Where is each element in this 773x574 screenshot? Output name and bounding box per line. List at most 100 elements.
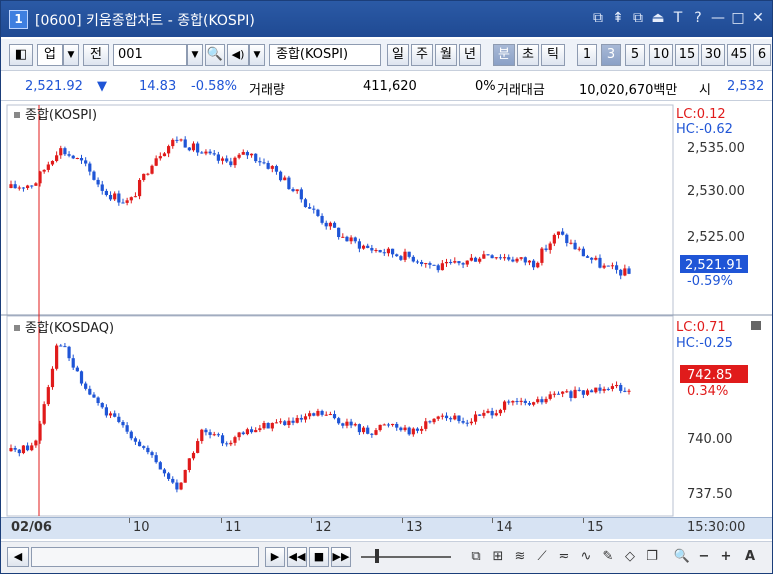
- kospi-candle-body: [482, 254, 486, 259]
- restore-copy-icon[interactable]: ⧉: [630, 9, 646, 27]
- kospi-candle-body: [9, 184, 13, 188]
- speaker-dropdown-icon[interactable]: ▼: [249, 44, 265, 66]
- prev-button[interactable]: 전: [83, 44, 109, 66]
- kospi-candle-body: [79, 157, 84, 161]
- kospi-candle-body: [167, 146, 171, 154]
- interval-5-button[interactable]: 5: [625, 44, 645, 66]
- kospi-candle-body: [453, 261, 457, 263]
- window-copy-icon[interactable]: ❐: [643, 548, 661, 566]
- zoom-slider[interactable]: [361, 547, 451, 567]
- link-window-icon[interactable]: ⧉: [590, 9, 606, 27]
- period-month-button[interactable]: 월: [435, 44, 457, 66]
- interval-3-button[interactable]: 3: [601, 44, 621, 66]
- kospi-candle-body: [129, 197, 133, 201]
- interval-45-button[interactable]: 45: [727, 44, 751, 66]
- kospi-candle-body: [171, 139, 175, 147]
- interval-1-button[interactable]: 1: [577, 44, 597, 66]
- draw-icon[interactable]: ✎: [599, 548, 617, 566]
- kosdaq-candle-body: [204, 429, 208, 433]
- chart-canvas[interactable]: 종합(KOSPI) 종합(KOSDAQ) LC:0.12 HC:-0.62 2,…: [1, 103, 772, 517]
- category-select[interactable]: 업: [37, 44, 63, 66]
- interval-60-button[interactable]: 6: [753, 44, 771, 66]
- interval-15-button[interactable]: 15: [675, 44, 699, 66]
- kospi-candle-body: [544, 248, 548, 250]
- chart-area[interactable]: 종합(KOSPI) 종합(KOSDAQ) LC:0.12 HC:-0.62 2,…: [1, 103, 772, 517]
- minimize-icon[interactable]: —: [710, 9, 726, 27]
- kospi-candle-body: [502, 257, 507, 259]
- kosdaq-candle-body: [581, 390, 585, 395]
- kospi-candle-body: [212, 153, 216, 155]
- kosdaq-candle-body: [175, 482, 179, 490]
- interval-10-button[interactable]: 10: [649, 44, 673, 66]
- speaker-icon[interactable]: ◀): [227, 44, 249, 66]
- kosdaq-candle-body: [565, 391, 569, 393]
- period-second-button[interactable]: 초: [517, 44, 539, 66]
- window-number-badge[interactable]: 1: [9, 10, 28, 29]
- kosdaq-candle-body: [353, 424, 357, 426]
- kosdaq-candle-body: [532, 402, 536, 405]
- kosdaq-candle-body: [502, 401, 507, 410]
- period-year-button[interactable]: 년: [459, 44, 481, 66]
- pin-top-icon[interactable]: ⇞: [610, 9, 626, 27]
- period-minute-button[interactable]: 분: [493, 44, 515, 66]
- kosdaq-panel-handle-icon[interactable]: [14, 325, 20, 331]
- kospi-candle-body: [287, 177, 291, 190]
- kospi-candle-body: [341, 236, 345, 238]
- kosdaq-ytick-1: 740.00: [687, 432, 733, 447]
- code-dropdown-icon[interactable]: ▼: [187, 44, 203, 66]
- kospi-panel-handle-icon[interactable]: [14, 112, 20, 118]
- kosdaq-candle-body: [511, 401, 515, 403]
- kospi-candle-body: [573, 242, 577, 250]
- kosdaq-candle-body: [390, 423, 395, 426]
- x-axis-time: 15:30:00: [687, 520, 746, 535]
- horizontal-scrollbar[interactable]: [31, 547, 259, 567]
- maximize-icon[interactable]: □: [730, 9, 746, 27]
- font-icon[interactable]: T: [670, 9, 686, 27]
- interval-30-button[interactable]: 30: [701, 44, 725, 66]
- period-day-button[interactable]: 일: [387, 44, 409, 66]
- help-icon[interactable]: ?: [690, 9, 706, 27]
- pattern-icon[interactable]: ∿: [577, 548, 595, 566]
- play-icon[interactable]: ▶: [265, 547, 285, 567]
- chart-type-icon[interactable]: ⧉: [467, 548, 485, 566]
- compare-icon[interactable]: ≋: [511, 548, 529, 566]
- eject-icon[interactable]: ⏏: [650, 9, 666, 27]
- close-icon[interactable]: ✕: [750, 9, 766, 27]
- zoom-out-icon[interactable]: −: [695, 548, 713, 566]
- kospi-candle-body: [436, 265, 440, 271]
- kospi-candle-body: [577, 248, 581, 250]
- kosdaq-ytick-2: 737.50: [687, 487, 733, 502]
- kospi-candle-body: [610, 265, 615, 267]
- kosdaq-panel-close-icon[interactable]: [751, 321, 761, 330]
- chevron-down-icon[interactable]: ▼: [63, 44, 79, 66]
- kosdaq-candle-body: [436, 416, 440, 419]
- kosdaq-candle-body: [308, 413, 312, 417]
- shape-icon[interactable]: ◇: [621, 548, 639, 566]
- zoom-search-icon[interactable]: 🔍: [673, 548, 691, 566]
- fibonacci-icon[interactable]: ≂: [555, 548, 573, 566]
- rewind-icon[interactable]: ◀◀: [287, 547, 307, 567]
- fast-forward-icon[interactable]: ▶▶: [331, 547, 351, 567]
- kospi-candle-body: [507, 257, 511, 260]
- window-controls: ⧉ ⇞ ⧉ ⏏ T ? — □ ✕: [590, 9, 766, 27]
- kosdaq-candle-body: [444, 415, 449, 419]
- kosdaq-candle-body: [59, 345, 63, 347]
- kospi-candle-body: [478, 258, 482, 262]
- kospi-candle-body: [519, 257, 523, 259]
- period-week-button[interactable]: 주: [411, 44, 433, 66]
- scroll-left-icon[interactable]: ◀: [7, 547, 29, 567]
- trend-line-icon[interactable]: ⟋: [533, 548, 551, 566]
- kospi-candle-body: [370, 247, 374, 251]
- zoom-slider-handle[interactable]: [375, 549, 379, 563]
- text-size-icon[interactable]: A: [741, 548, 759, 566]
- stop-icon[interactable]: ■: [309, 547, 329, 567]
- kospi-candle-body: [220, 158, 225, 161]
- kospi-candle-body: [258, 161, 262, 163]
- code-input[interactable]: 001: [113, 44, 187, 66]
- search-icon[interactable]: 🔍: [205, 44, 225, 66]
- layout-icon[interactable]: ◧: [9, 44, 33, 66]
- zoom-in-icon[interactable]: +: [717, 548, 735, 566]
- period-tick-button[interactable]: 틱: [541, 44, 565, 66]
- kosdaq-candle-body: [287, 420, 291, 426]
- overlay-icon[interactable]: ⊞: [489, 548, 507, 566]
